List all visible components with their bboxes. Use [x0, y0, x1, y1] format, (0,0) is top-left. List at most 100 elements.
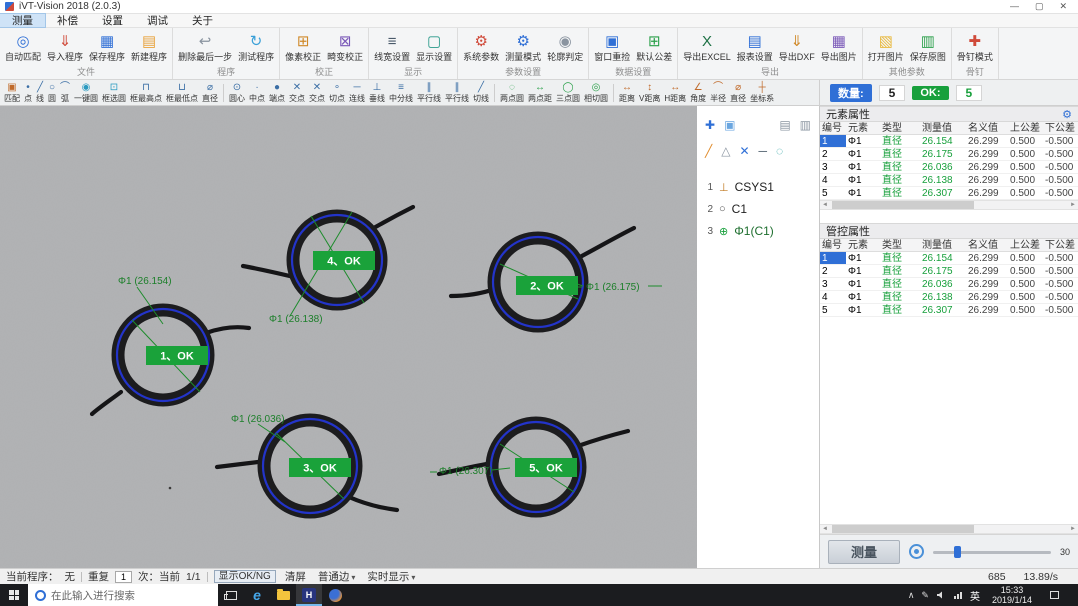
ribbon-button-import-program[interactable]: ⇓导入程序	[44, 29, 86, 67]
tool-25[interactable]: ↔两点距	[526, 82, 554, 104]
pen-icon[interactable]: ✎	[921, 590, 929, 601]
table-row[interactable]: 4Φ1直径26.13826.2990.500-0.500	[820, 174, 1078, 187]
ribbon-button-measure-mode[interactable]: ⚙测量模式	[502, 29, 544, 67]
triangle-icon[interactable]: △	[721, 144, 730, 158]
tool-29[interactable]: ↔距离	[617, 82, 637, 104]
speaker-icon[interactable]	[936, 590, 946, 600]
ime-indicator[interactable]: 英	[970, 588, 980, 603]
dashed-circle-icon[interactable]: ◌	[776, 144, 783, 158]
gear-icon[interactable]: ⚙	[1062, 108, 1072, 121]
tool-6[interactable]: ⊡框选圆	[100, 82, 128, 104]
hidden-icons-chevron[interactable]: ∧	[908, 590, 915, 601]
tool-4[interactable]: ⌒弧	[58, 82, 72, 104]
tool-15[interactable]: ✕交点	[307, 82, 327, 104]
move-icon[interactable]: ✚	[705, 118, 715, 132]
network-icon[interactable]	[953, 590, 963, 600]
tool-5[interactable]: ◉一键圆	[72, 82, 100, 104]
ribbon-button-export-image[interactable]: ▦导出图片	[818, 29, 860, 67]
tool-31[interactable]: ↔H距离	[662, 82, 688, 104]
minimize-button[interactable]: —	[1010, 1, 1019, 12]
tool-24[interactable]: ◌两点圆	[498, 82, 526, 104]
tool-7[interactable]: ⊓框最高点	[128, 82, 164, 104]
tool-21[interactable]: ∥平行线	[443, 82, 471, 104]
tool-19[interactable]: ≡中分线	[387, 82, 415, 104]
tool-34[interactable]: ⌀直径	[728, 82, 748, 104]
action-center-icon[interactable]	[1044, 591, 1064, 599]
ribbon-button-display-settings[interactable]: ▢显示设置	[413, 29, 455, 67]
table-row[interactable]: 5Φ1直径26.30726.2990.500-0.500	[820, 304, 1078, 317]
table-row[interactable]: 1Φ1直径26.15426.2990.500-0.500	[820, 252, 1078, 265]
report-icon[interactable]: ▤	[779, 118, 790, 132]
clear-screen-button[interactable]: 清屏	[282, 569, 309, 584]
slider-track[interactable]	[933, 551, 1051, 554]
tool-14[interactable]: ✕交点	[287, 82, 307, 104]
menu-item-3[interactable]: 调试	[135, 14, 180, 27]
taskbar-search[interactable]: 在此输入进行搜索	[28, 584, 218, 606]
tool-32[interactable]: ∠角度	[688, 82, 708, 104]
ribbon-button-distortion-calibration[interactable]: ⊠畸变校正	[324, 29, 366, 67]
realtime-display-dropdown[interactable]: 实时显示	[364, 569, 418, 584]
scrollbar-thumb[interactable]	[832, 201, 974, 209]
menu-item-2[interactable]: 设置	[90, 14, 135, 27]
tool-27[interactable]: ◎相切圆	[582, 82, 610, 104]
ribbon-button-auto-match[interactable]: ◎自动匹配	[2, 29, 44, 67]
gauge-icon[interactable]	[909, 544, 924, 559]
ivt-vision-app-icon[interactable]: H	[296, 584, 322, 606]
ribbon-button-delete-last-step[interactable]: ↩删除最后一步	[175, 29, 235, 67]
taskbar-clock[interactable]: 15:33 2019/1/14	[987, 585, 1037, 605]
scrollbar-thumb[interactable]	[832, 525, 974, 533]
ribbon-button-open-image[interactable]: ▧打开图片	[865, 29, 907, 67]
speed-slider[interactable]	[933, 545, 1051, 559]
ribbon-button-export-excel[interactable]: X导出EXCEL	[680, 29, 734, 67]
scroll-right-icon[interactable]: ►	[1068, 202, 1078, 208]
tool-11[interactable]: ⊙圆心	[227, 82, 247, 104]
tool-22[interactable]: ╱切线	[471, 82, 491, 104]
maximize-button[interactable]: ▢	[1035, 1, 1044, 12]
edge-mode-dropdown[interactable]: 普通边	[315, 569, 359, 584]
list-icon[interactable]: ▥	[800, 118, 811, 132]
ribbon-button-test-program[interactable]: ↻测试程序	[235, 29, 277, 67]
table-row[interactable]: 2Φ1直径26.17526.2990.500-0.500	[820, 148, 1078, 161]
copy-icon[interactable]: ▣	[724, 118, 735, 132]
ribbon-button-report-settings[interactable]: ▤报表设置	[734, 29, 776, 67]
tool-33[interactable]: ⌒半径	[708, 82, 728, 104]
show-okng-toggle[interactable]: 显示OK/NG	[214, 570, 276, 583]
ribbon-button-new-program[interactable]: ▤新建程序	[128, 29, 170, 67]
tool-8[interactable]: ⊔框最低点	[164, 82, 200, 104]
tool-12[interactable]: ∙中点	[247, 82, 267, 104]
table-row[interactable]: 4Φ1直径26.13826.2990.500-0.500	[820, 291, 1078, 304]
ribbon-button-window-recheck[interactable]: ▣窗口重捡	[591, 29, 633, 67]
file-explorer-icon[interactable]	[270, 584, 296, 606]
menu-item-4[interactable]: 关于	[180, 14, 225, 27]
ruler-icon[interactable]: ╱	[705, 144, 712, 158]
tool-16[interactable]: ∘切点	[327, 82, 347, 104]
tree-item-0[interactable]: 1⊥CSYS1	[697, 176, 819, 198]
edge-icon[interactable]: e	[244, 584, 270, 606]
tool-3[interactable]: ○圆	[46, 82, 58, 104]
tool-2[interactable]: ╱线	[34, 82, 46, 104]
ribbon-button-pixel-calibration[interactable]: ⊞像素校正	[282, 29, 324, 67]
ribbon-button-default-tolerance[interactable]: ⊞默认公差	[633, 29, 675, 67]
ribbon-button-bone-pin-mode[interactable]: ✚骨钉模式	[954, 29, 996, 67]
scroll-right-icon[interactable]: ►	[1068, 526, 1078, 532]
tool-30[interactable]: ↕V距离	[637, 82, 662, 104]
ribbon-button-contour-judge[interactable]: ◉轮廓判定	[544, 29, 586, 67]
tree-item-1[interactable]: 2○C1	[697, 198, 819, 220]
element-table-hscrollbar[interactable]: ◄ ►	[820, 200, 1078, 210]
delete-icon[interactable]: ✕	[739, 144, 749, 158]
table-row[interactable]: 3Φ1直径26.03626.2990.500-0.500	[820, 278, 1078, 291]
image-viewport[interactable]: 1、OKΦ1 (26.154)2、OKΦ1 (26.175)3、OKΦ1 (26…	[0, 106, 697, 568]
ribbon-button-save-raw-image[interactable]: ▥保存原图	[907, 29, 949, 67]
task-view-icon[interactable]	[218, 584, 244, 606]
menu-item-0[interactable]: 测量	[0, 14, 45, 27]
slider-thumb[interactable]	[954, 546, 961, 558]
tool-26[interactable]: ◯三点圆	[554, 82, 582, 104]
ribbon-button-save-program[interactable]: ▦保存程序	[86, 29, 128, 67]
table-row[interactable]: 3Φ1直径26.03626.2990.500-0.500	[820, 161, 1078, 174]
ribbon-button-system-params[interactable]: ⚙系统参数	[460, 29, 502, 67]
tool-13[interactable]: ●端点	[267, 82, 287, 104]
start-button[interactable]	[0, 584, 28, 606]
close-button[interactable]: ✕	[1059, 1, 1067, 12]
browser-icon[interactable]	[322, 584, 348, 606]
scroll-left-icon[interactable]: ◄	[820, 202, 830, 208]
